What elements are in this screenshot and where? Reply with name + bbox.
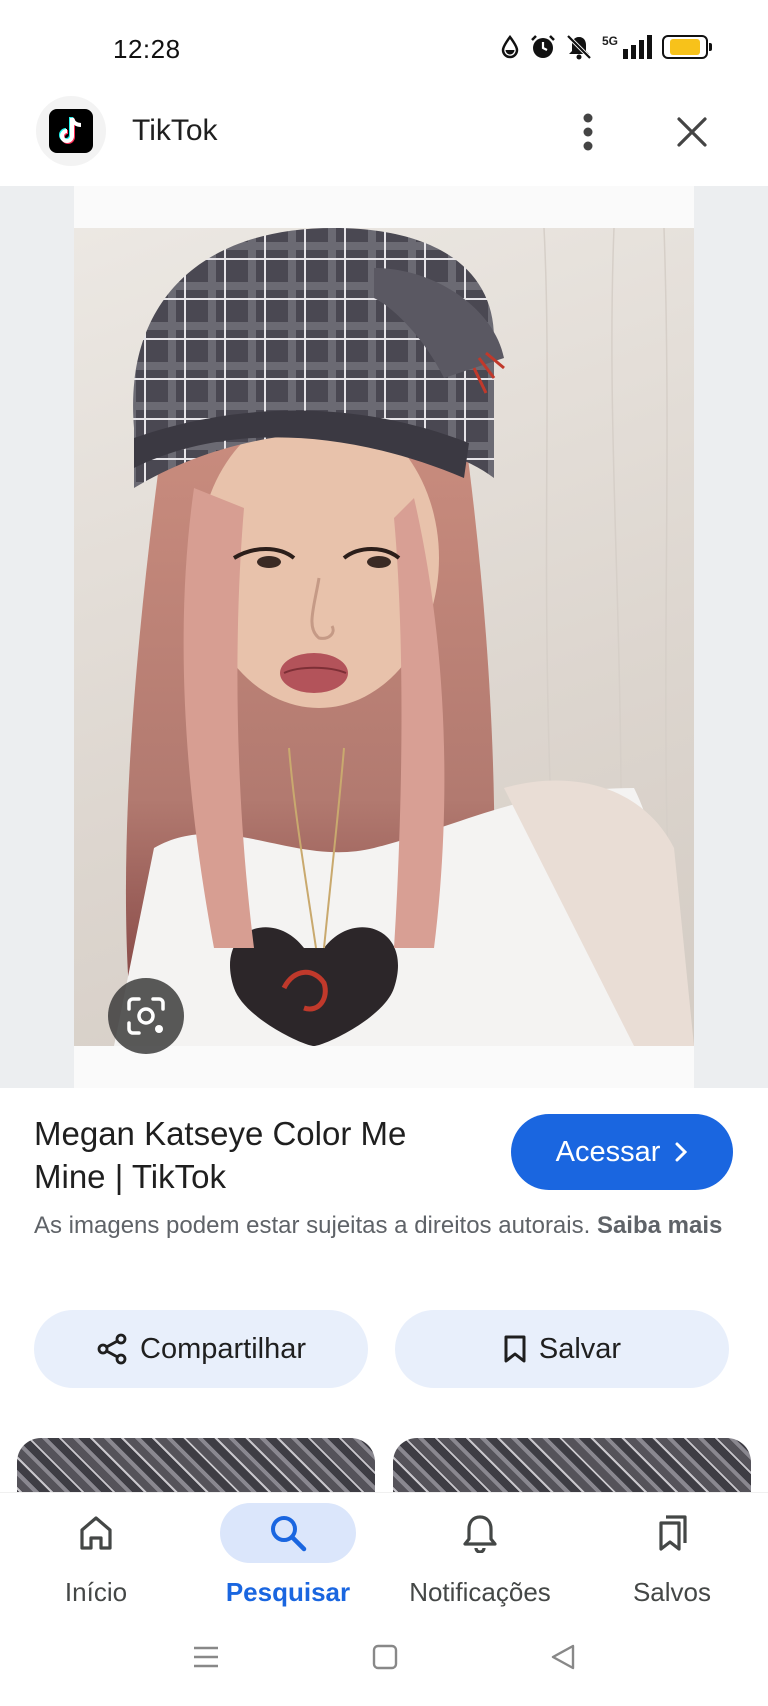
home-square-icon[interactable] (371, 1643, 399, 1676)
water-drop-icon (500, 35, 520, 59)
share-button[interactable]: Compartilhar (34, 1310, 368, 1388)
nav-label-search: Pesquisar (225, 1577, 351, 1607)
alarm-icon (530, 34, 556, 60)
site-name: TikTok (132, 114, 218, 147)
related-image-thumbnail[interactable] (393, 1438, 751, 1494)
status-bar: 12:28 5G (0, 0, 768, 90)
bookmarks-icon (604, 1503, 740, 1563)
nav-label-home: Início (64, 1577, 128, 1607)
related-image-thumbnail[interactable] (17, 1438, 375, 1494)
copyright-notice: As imagens podem estar sujeitas a direit… (34, 1208, 734, 1243)
status-icons: 5G (500, 34, 712, 60)
copyright-text: As imagens podem estar sujeitas a direit… (34, 1212, 591, 1239)
bookmark-icon (504, 1335, 526, 1363)
result-title: Megan Katseye Color Me Mine | TikTok (34, 1115, 407, 1195)
visit-button[interactable]: Acessar (511, 1114, 733, 1190)
share-label: Compartilhar (140, 1332, 306, 1365)
nav-label-notifications: Notificações (409, 1577, 551, 1607)
nav-item-search[interactable]: Pesquisar (192, 1493, 384, 1613)
learn-more-link[interactable]: Saiba mais (597, 1212, 722, 1239)
bell-icon (412, 1503, 548, 1563)
save-label: Salvar (538, 1332, 622, 1365)
signal-icon (622, 35, 652, 59)
tiktok-logo (36, 96, 106, 166)
more-options-icon[interactable] (568, 108, 608, 156)
home-icon (28, 1503, 164, 1563)
related-images (0, 1438, 768, 1494)
search-icon (220, 1503, 356, 1563)
photo-frame (74, 186, 694, 1088)
chevron-right-icon (675, 1142, 688, 1162)
bottom-nav: Início Pesquisar Notificações Salvos (0, 1492, 768, 1612)
nav-label-saved: Salvos (632, 1577, 712, 1607)
status-time: 12:28 (113, 34, 181, 64)
system-nav-bar (0, 1612, 768, 1706)
nav-item-notifications[interactable]: Notificações (384, 1493, 576, 1613)
share-icon (97, 1333, 127, 1365)
nav-item-saved[interactable]: Salvos (576, 1493, 768, 1613)
result-image[interactable] (74, 228, 694, 1046)
menu-icon[interactable] (191, 1644, 221, 1675)
mute-icon (566, 34, 592, 60)
save-button[interactable]: Salvar (395, 1310, 729, 1388)
close-icon[interactable] (668, 108, 716, 156)
battery-icon (662, 35, 712, 59)
nav-item-home[interactable]: Início (0, 1493, 192, 1613)
network-label: 5G (601, 34, 618, 48)
visit-button-label: Acessar (555, 1135, 661, 1168)
app-bar: TikTok (0, 94, 768, 186)
back-icon[interactable] (549, 1643, 577, 1676)
image-viewer (0, 186, 768, 1088)
lens-icon[interactable] (108, 978, 184, 1054)
